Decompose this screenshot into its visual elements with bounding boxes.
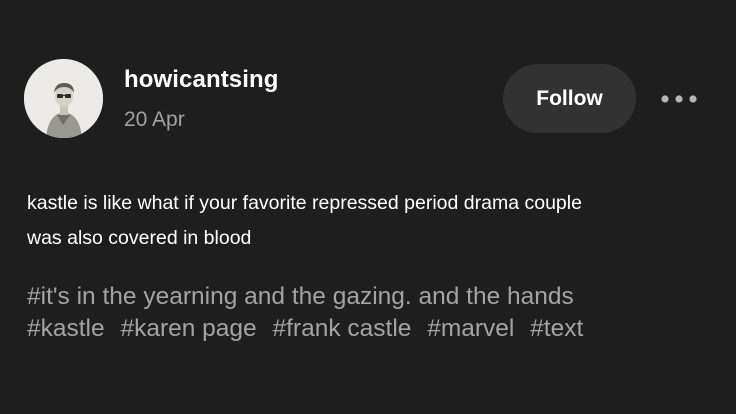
tag-list: #it's in the yearning and the gazing. an… [27,281,727,345]
tag-line: #kastle #karen page #frank castle #marve… [27,313,727,345]
post-card: howicantsing 20 Apr Follow kastle is lik… [0,0,736,414]
tag-marvel[interactable]: #marvel [427,313,514,345]
follow-button[interactable]: Follow [503,64,636,133]
tag-kastle[interactable]: #kastle [27,313,105,345]
avatar-image [24,59,103,138]
post-body: kastle is like what if your favorite rep… [27,186,707,256]
post-text-line: kastle is like what if your favorite rep… [27,192,582,214]
more-horizontal-icon [661,95,697,103]
more-options-button[interactable] [658,86,700,112]
avatar[interactable] [24,59,103,138]
tag-frank-castle[interactable]: #frank castle [273,313,412,345]
tag-text[interactable]: #text [530,313,583,345]
post-date: 20 Apr [124,108,185,131]
tag-line: #it's in the yearning and the gazing. an… [27,281,727,313]
post-text-line: was also covered in blood [27,227,252,249]
username[interactable]: howicantsing [124,66,279,94]
tag-karen-page[interactable]: #karen page [120,313,256,345]
tag-yearning[interactable]: #it's in the yearning and the gazing. an… [27,281,574,313]
